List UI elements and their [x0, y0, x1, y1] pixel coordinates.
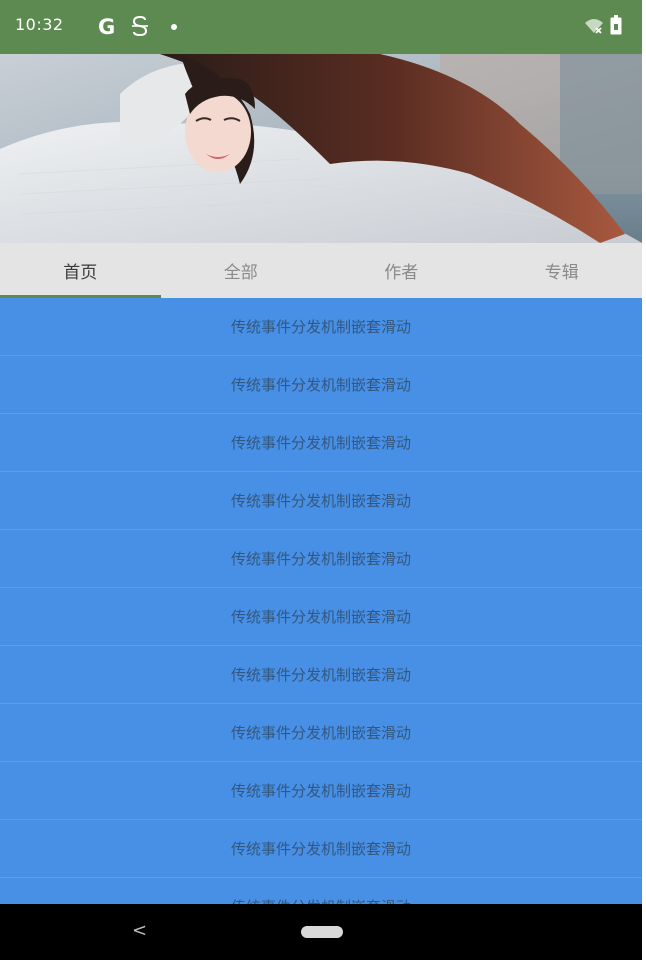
list-item-label: 传统事件分发机制嵌套滑动	[231, 896, 411, 904]
wifi-off-icon	[585, 19, 603, 34]
svg-text:G: G	[98, 15, 115, 38]
edge-strip	[642, 0, 646, 960]
status-bar: 10:32 G	[0, 0, 642, 54]
list-item-label: 传统事件分发机制嵌套滑动	[230, 492, 411, 510]
dot-icon	[171, 24, 177, 30]
home-pill-icon[interactable]	[301, 926, 343, 938]
google-g-icon: G	[98, 15, 115, 38]
list-item[interactable]: 传统事件分发机制嵌套滑动	[0, 820, 642, 878]
list-item-label: 传统事件分发机制嵌套滑动	[230, 318, 411, 336]
tab-author[interactable]: 作者	[321, 243, 482, 298]
banner-image[interactable]	[0, 54, 642, 243]
sync-icon	[132, 15, 148, 37]
list-item-label: 传统事件分发机制嵌套滑动	[230, 550, 411, 568]
list-item-label: 传统事件分发机制嵌套滑动	[230, 724, 411, 742]
list-item[interactable]: 传统事件分发机制嵌套滑动	[0, 356, 642, 414]
app-screen: 10:32 G 首页 全部 作者 专辑 传统事件分发机制嵌套滑动 传统事件分发机…	[0, 0, 642, 960]
battery-icon	[610, 15, 622, 35]
navigation-bar: <	[0, 904, 642, 960]
list-item[interactable]: 传统事件分发机制嵌套滑动	[0, 414, 642, 472]
tab-label: 专辑	[544, 263, 579, 283]
list-item[interactable]: 传统事件分发机制嵌套滑动	[0, 646, 642, 704]
tab-home[interactable]: 首页	[0, 243, 161, 298]
tab-label: 作者	[384, 263, 419, 283]
list-item-label: 传统事件分发机制嵌套滑动	[230, 608, 411, 626]
list-item-label: 传统事件分发机制嵌套滑动	[230, 782, 411, 800]
tab-bar: 首页 全部 作者 专辑	[0, 243, 642, 298]
list-item-label: 传统事件分发机制嵌套滑动	[230, 376, 411, 394]
list-item-label: 传统事件分发机制嵌套滑动	[230, 434, 411, 452]
list-item-label: 传统事件分发机制嵌套滑动	[230, 666, 411, 684]
tab-all[interactable]: 全部	[161, 243, 322, 298]
list-item[interactable]: 传统事件分发机制嵌套滑动	[0, 298, 642, 356]
list-item[interactable]: 传统事件分发机制嵌套滑动	[0, 588, 642, 646]
list-item[interactable]: 传统事件分发机制嵌套滑动	[0, 704, 642, 762]
back-icon[interactable]: <	[132, 920, 147, 941]
tab-label: 全部	[223, 263, 258, 283]
tab-album[interactable]: 专辑	[482, 243, 643, 298]
list-item[interactable]: 传统事件分发机制嵌套滑动	[0, 530, 642, 588]
list-item[interactable]: 传统事件分发机制嵌套滑动	[0, 878, 642, 904]
woman-photo	[0, 54, 642, 243]
content-list[interactable]: 传统事件分发机制嵌套滑动 传统事件分发机制嵌套滑动 传统事件分发机制嵌套滑动 传…	[0, 298, 642, 904]
list-item[interactable]: 传统事件分发机制嵌套滑动	[0, 762, 642, 820]
list-item-label: 传统事件分发机制嵌套滑动	[230, 840, 411, 858]
list-item[interactable]: 传统事件分发机制嵌套滑动	[0, 472, 642, 530]
tab-label: 首页	[63, 263, 98, 283]
status-time: 10:32	[15, 15, 64, 34]
